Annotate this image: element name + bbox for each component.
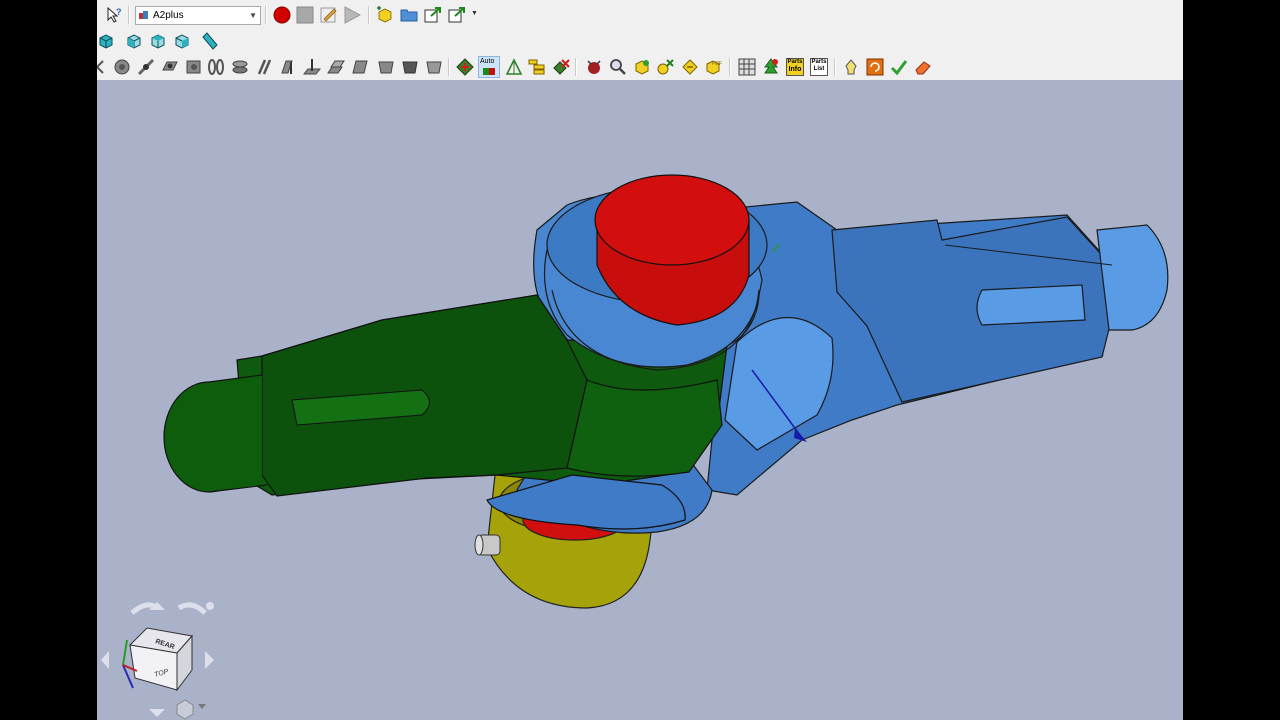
convert-part-icon[interactable]: [681, 58, 699, 76]
svg-text:PDF: PDF: [712, 61, 722, 67]
sphere-center-icon[interactable]: [185, 58, 203, 76]
parts-list-icon[interactable]: Parts List: [810, 58, 828, 76]
menu-dot-icon[interactable]: [206, 602, 214, 610]
arrow-down-icon[interactable]: [149, 709, 165, 717]
toolbar-separator: [729, 58, 731, 76]
flip-direction-icon[interactable]: [505, 58, 523, 76]
navigation-cube[interactable]: REAR TOP: [101, 602, 214, 720]
toolbar-separator: [834, 58, 836, 76]
auto-indicator-red: [489, 68, 495, 75]
workbench-name: A2plus: [153, 10, 184, 21]
view-top-icon[interactable]: [149, 32, 167, 50]
constraint-viewer-icon[interactable]: [528, 58, 546, 76]
point-on-plane-icon[interactable]: [161, 58, 179, 76]
navcube-y-axis: [122, 639, 128, 666]
tree-icon[interactable]: [762, 58, 780, 76]
measure-ruler-icon[interactable]: [201, 32, 219, 50]
axis-plane-parallel-icon[interactable]: [279, 58, 297, 76]
run-macro-icon[interactable]: [343, 6, 361, 24]
solve-constraints-icon[interactable]: [456, 58, 474, 76]
freecad-window: ? A2plus ▼ ▼ Auto PDF Parts Info Parts L…: [97, 0, 1183, 720]
3d-viewport[interactable]: REAR TOP: [97, 80, 1183, 720]
part-transform-icon[interactable]: [633, 58, 651, 76]
whats-this-icon[interactable]: ?: [105, 6, 123, 24]
point-identity-icon[interactable]: [113, 58, 131, 76]
stop-macro-icon[interactable]: [296, 6, 314, 24]
eraser-icon[interactable]: [914, 58, 932, 76]
navcube-mini-cube-icon[interactable]: [176, 699, 194, 720]
refresh-icon[interactable]: [866, 58, 884, 76]
view-right-icon[interactable]: [173, 32, 191, 50]
view-toolbar: [97, 28, 1183, 55]
export-icon[interactable]: [424, 6, 442, 24]
rotate-right-arrow-icon[interactable]: [177, 602, 207, 615]
arrow-right-icon[interactable]: [205, 651, 214, 669]
plane-parallel-icon[interactable]: [327, 58, 345, 76]
toolbar-separator: [575, 58, 577, 76]
chevron-down-icon: ▼: [249, 11, 257, 20]
toolbar-separator: [448, 58, 450, 76]
point-on-line-icon[interactable]: [137, 58, 155, 76]
auto-label: Auto: [480, 58, 495, 65]
assembly-model[interactable]: REAR TOP: [97, 80, 1183, 720]
parts-info-icon[interactable]: Parts Info: [786, 58, 804, 76]
plane-offset-icon[interactable]: [425, 58, 443, 76]
add-part-icon[interactable]: [376, 6, 394, 24]
circular-edge-icon[interactable]: [207, 58, 225, 76]
arrow-left-icon[interactable]: [101, 651, 109, 669]
open-folder-icon[interactable]: [400, 6, 418, 24]
toolbar-separator: [128, 6, 130, 24]
create-constraints-icon[interactable]: [585, 58, 603, 76]
plane-angle-icon[interactable]: [377, 58, 395, 76]
center-of-mass-icon[interactable]: [401, 58, 419, 76]
delete-constraints-icon[interactable]: [552, 58, 570, 76]
axis-parallel-icon[interactable]: [255, 58, 273, 76]
record-macro-icon[interactable]: [273, 6, 291, 24]
svg-text:?: ?: [116, 7, 122, 17]
chevron-down-icon[interactable]: [198, 704, 206, 709]
checkmark-icon[interactable]: [890, 58, 908, 76]
view-front-icon[interactable]: [125, 32, 143, 50]
plane-coincident-icon[interactable]: [351, 58, 369, 76]
auto-solve-toggle[interactable]: Auto: [478, 56, 500, 78]
toolbar-separator: [368, 6, 370, 24]
view-isometric-icon[interactable]: [97, 32, 115, 50]
a2plus-toolbar: Auto PDF Parts Info Parts List: [97, 54, 1183, 81]
chevron-left-icon[interactable]: [97, 58, 105, 76]
zoom-search-icon[interactable]: [609, 58, 627, 76]
axis-coincident-icon[interactable]: [231, 58, 249, 76]
duplicate-part-icon[interactable]: [657, 58, 675, 76]
bulb-icon[interactable]: [842, 58, 860, 76]
axis-plane-normal-icon[interactable]: [303, 58, 321, 76]
edit-macro-icon[interactable]: [320, 6, 338, 24]
update-imports-icon[interactable]: [738, 58, 756, 76]
chevron-down-icon[interactable]: ▼: [471, 10, 478, 17]
toolbar-separator: [265, 6, 267, 24]
edit-part-icon[interactable]: PDF: [704, 58, 722, 76]
main-toolbar: ? A2plus ▼ ▼: [97, 2, 1183, 29]
a2plus-workbench-icon: [139, 11, 148, 19]
share-icon[interactable]: [448, 6, 466, 24]
workbench-selector[interactable]: A2plus ▼: [135, 6, 261, 25]
